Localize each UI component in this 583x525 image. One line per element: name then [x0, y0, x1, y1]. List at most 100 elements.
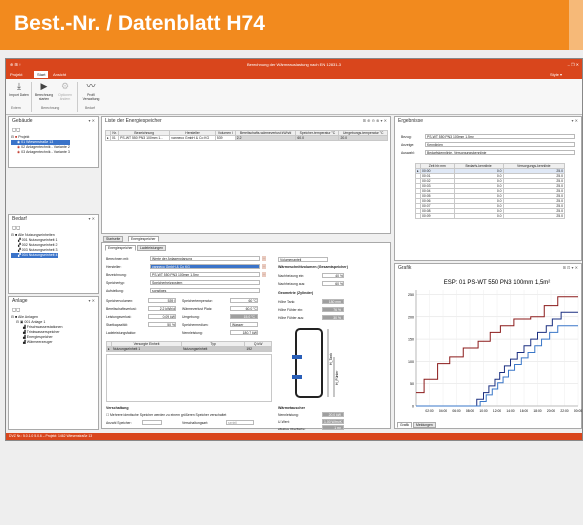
col-header[interactable]: Bereitschafts-wärmeverlust kWh/d	[234, 130, 297, 136]
profil-button[interactable]: 〰 Profil Verwaltung	[80, 81, 102, 101]
optionen-button[interactable]: ⚙ Optionen ändern	[54, 81, 76, 101]
menu-start[interactable]: Start	[34, 71, 49, 78]
oberflaeche-field[interactable]: 1 m²	[322, 425, 344, 430]
subtab-ladeleistungen[interactable]: Ladeleistungen	[137, 245, 167, 251]
action-buttons: … … …	[262, 256, 266, 296]
tree-item[interactable]: ▟ Wärmeerzeuger	[11, 340, 63, 345]
x-tick-label: 10:00	[479, 409, 487, 413]
tree-item[interactable]: ▞ 004 Nutzungseinheit 4	[11, 253, 58, 258]
calculate-icon: ▶	[40, 81, 48, 91]
col-header[interactable]: Speicher-temperatur °C	[295, 130, 340, 136]
ribbon-separator	[77, 82, 78, 112]
volumenanteil-select[interactable]: Volumenanteil	[278, 257, 328, 262]
hersteller-select[interactable]: vanneco GmbH & Co KG	[150, 264, 260, 269]
panel-controls[interactable]: ⊞ ⊡ ▾ ✕	[563, 265, 578, 270]
anlage-panel: Anlage ▾ ✕ ◻◻ ⊟ ■ Alle Anlagen ⊟ ▣ 001 An…	[8, 296, 99, 430]
startkapazitaet-field[interactable]: 50 %	[148, 322, 176, 327]
ergebnisse-header: Ergebnisse ▾ ✕	[398, 118, 578, 124]
verschaltungsart-select[interactable]: seriell	[226, 420, 254, 425]
list-header: Liste der Energiespeicher ⊞ ⊕ ⊖ ⊗ ▾ ✕	[105, 118, 387, 124]
table-row[interactable]: ▸ 01 PS-WT 550 PN3 100mm 1... vanneco Gm…	[105, 135, 388, 141]
bezug-select[interactable]: PS-WT 550 PN3 100mm 1,5m²	[425, 134, 575, 139]
bezeichnung-select[interactable]: PS-WT 550 PN3 100mm 1,5m²	[150, 272, 260, 277]
kennlinien-chart: ESP: 01 PS-WT 550 PN3 100mm 1,5m² 0 50 100 1…	[408, 280, 582, 413]
tab-grafik[interactable]: Grafik	[397, 422, 413, 428]
speichervolumen-field[interactable]: 539 l	[148, 298, 176, 303]
y-tick-label: 50	[410, 382, 414, 386]
berechnung-button[interactable]: ▶ Berechnung starten	[33, 81, 55, 101]
style-dropdown[interactable]: Style ▾	[550, 72, 562, 77]
x-tick-label: 04:00	[439, 409, 447, 413]
tree-item[interactable]: ◉ 03 Anlagentechnik - Variante 3	[11, 150, 70, 155]
col-header[interactable]: Volumen l	[214, 130, 236, 136]
waermeverlust-field[interactable]: 60.0 °C	[230, 306, 258, 311]
mehrere-checkbox[interactable]: ☐ Mehrere identische Speicher werden zu …	[106, 413, 226, 417]
ribbon-separator	[31, 82, 32, 112]
panel-controls[interactable]: ▾ ✕	[89, 118, 95, 123]
anzahl-field[interactable]	[142, 420, 162, 425]
speichertemp-field[interactable]: 60 °C	[230, 298, 258, 303]
nachheizung-ein-field[interactable]: 40 %	[322, 273, 344, 278]
x-tick-label: 08:00	[466, 409, 474, 413]
station-icon: ▟	[23, 325, 26, 329]
edit-button[interactable]: …	[262, 272, 266, 277]
panel-controls[interactable]: ▾ ✕	[89, 216, 95, 221]
tab-meldungen[interactable]: Meldungen	[413, 422, 436, 428]
bereitschaft-field[interactable]: 2.2 kWh/d	[148, 306, 176, 311]
col-header[interactable]: Umgebungs-temperatur °C	[338, 130, 388, 136]
panel-controls[interactable]: ▾ ✕	[572, 118, 578, 123]
tree-toolbar[interactable]: ◻◻	[12, 225, 20, 231]
uwert-field[interactable]: 1.00 W/m²K	[322, 419, 344, 424]
table-cell: 00:09	[420, 213, 455, 219]
speichertyp-select[interactable]: Speicherheizsystem	[150, 280, 260, 285]
tree-toolbar[interactable]: ◻◻	[12, 127, 20, 133]
x-tick-label: 02:00	[425, 409, 433, 413]
folder-icon: ■	[15, 315, 18, 319]
hoehe-aus-field[interactable]: 30 %	[322, 315, 344, 320]
subtab-energiespeicher[interactable]: Energiespeicher	[105, 245, 136, 251]
energiespeicher-table: Nr. Bezeichnung Hersteller Volumen l Ber…	[105, 130, 388, 141]
wt-nennleistung-field[interactable]: 20.0 kW	[322, 412, 344, 417]
menu-ansicht[interactable]: Ansicht	[53, 72, 66, 77]
speichermedium-select[interactable]: Wasser	[230, 322, 258, 327]
ergebnisse-rows: ▸ 00:00 0.0 25.0 00:01 0.0 25.0 00:02 0.0 25.0 00:…	[415, 168, 566, 219]
table-row[interactable]: 00:09 0.0 25.0	[415, 213, 566, 219]
hoehe-tank-field[interactable]: 180 mm	[322, 299, 344, 304]
auswahl-select[interactable]: Bedarfskennlinie, Versorgungskennlinie	[425, 150, 575, 155]
x-tick-label: 18:00	[533, 409, 541, 413]
import-button[interactable]: ⤓ Import Daten	[8, 81, 30, 97]
nennleistung-field[interactable]: 180.7 kW	[230, 330, 258, 335]
folder-icon: ■	[15, 135, 18, 139]
bedarf-panel: Bedarf ▾ ✕ ◻◻ ⊟ ■ Alle Nutzungseinheiten …	[8, 214, 99, 294]
leistungsverlust-field[interactable]: 0.09 kW	[148, 314, 176, 319]
x-tick-label: 14:00	[506, 409, 514, 413]
hoehe-ein-field[interactable]: 76 %	[322, 307, 344, 312]
tree-toolbar[interactable]: ◻◻	[12, 307, 20, 313]
umgebung-field[interactable]: 15.0 °C	[230, 314, 258, 319]
chart-icon: 〰	[86, 81, 96, 91]
app-window: ⊕ ⊞ ↑ Berechnung der Wärmeauslastung nac…	[5, 58, 583, 441]
panel-controls[interactable]: ⊞ ⊕ ⊖ ⊗ ▾ ✕	[363, 118, 387, 123]
edit-button[interactable]: …	[262, 264, 266, 269]
table-row[interactable]: ▸ Nutzungseinheit 1 Nutzungseinheit 192	[106, 346, 272, 352]
h-tank-label: H_Tank	[329, 353, 333, 365]
x-tick-label: 06:00	[452, 409, 460, 413]
menu-projekt[interactable]: Projekt	[10, 72, 22, 77]
grafik-header: Grafik ⊞ ⊡ ▾ ✕	[398, 265, 578, 271]
sensor-off-icon	[292, 375, 302, 379]
panel-controls[interactable]: ▾ ✕	[89, 298, 95, 303]
anzeige-select[interactable]: Kennlinien	[425, 142, 575, 147]
gear-icon: ⚙	[60, 81, 70, 91]
h-fuehler-label: H_Fühler	[335, 370, 339, 385]
menu-bar: Projekt Start Ansicht Style ▾	[6, 70, 582, 79]
energiespeicher-list-panel: Liste der Energiespeicher ⊞ ⊕ ⊖ ⊗ ▾ ✕ Nr.…	[101, 116, 391, 234]
gebaeude-header: Gebäude ▾ ✕	[12, 118, 95, 124]
berechnen-mit-select[interactable]: Werte der Anlagenplanung	[150, 256, 260, 261]
window-controls[interactable]: – ❐ ✕	[568, 62, 579, 67]
edit-button[interactable]: …	[262, 256, 266, 261]
gebaeude-tree: ⊟ ■ Projekt ◉ 01 Wiesenstraße 13 ◉ 02 An…	[11, 135, 70, 155]
unit-icon: ▞	[18, 243, 21, 247]
aufstellung-select[interactable]: sonstiges	[150, 288, 260, 293]
group-berechnung: Berechnung	[41, 106, 60, 110]
nachheizung-aus-field[interactable]: 60 %	[322, 281, 344, 286]
